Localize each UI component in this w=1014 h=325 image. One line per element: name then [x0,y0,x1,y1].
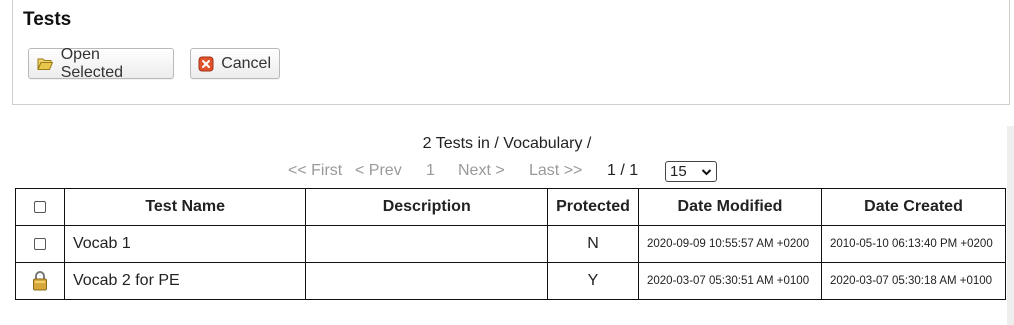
test-protected: Y [547,262,639,300]
open-selected-button[interactable]: Open Selected [28,45,174,81]
table-row[interactable]: Vocab 1 N 2020-09-09 10:55:57 AM +0200 2… [15,225,1007,263]
cancel-label: Cancel [221,54,271,72]
test-date-modified: 2020-09-09 10:55:57 AM +0200 [638,225,822,263]
chevron-down-icon [701,165,712,182]
cancel-icon [198,55,214,73]
pagination: << First < Prev 1 Next > Last >> 1 / 1 1… [0,161,1014,183]
test-date-modified: 2020-03-07 05:30:51 AM +0100 [638,262,822,300]
folder-icon [36,55,54,73]
select-all-checkbox-cell[interactable] [15,188,65,226]
cancel-button[interactable]: Cancel [190,48,280,79]
column-header-date-created[interactable]: Date Created [820,188,1007,226]
lock-icon [32,271,48,291]
table-row[interactable]: Vocab 2 for PE Y 2020-03-07 05:30:51 AM … [15,262,1007,300]
last-page-link[interactable]: Last >> [529,162,582,180]
next-page-link[interactable]: Next > [458,162,505,180]
column-header-date-modified[interactable]: Date Modified [638,188,822,226]
row-select-cell[interactable] [15,225,65,263]
panel-title: Tests [23,9,72,30]
tests-panel: Tests Open Selected Cancel [12,0,1010,105]
select-all-checkbox[interactable] [33,200,46,213]
test-protected: N [547,225,639,263]
column-header-description[interactable]: Description [305,188,549,226]
page-number[interactable]: 1 [426,162,435,180]
page-indicator: 1 / 1 [607,162,639,179]
tests-table: Test Name Description Protected Date Mod… [15,188,1007,300]
prev-page-link[interactable]: < Prev [355,162,402,180]
folder-summary: 2 Tests in / Vocabulary / [422,135,592,152]
per-page-value: 15 [670,163,687,180]
test-date-created: 2010-05-10 06:13:40 PM +0200 [820,225,1007,263]
test-date-created: 2020-03-07 05:30:18 AM +0100 [820,262,1007,300]
column-header-test-name[interactable]: Test Name [63,188,307,226]
column-header-protected[interactable]: Protected [547,188,639,226]
row-lock-cell [15,262,65,300]
table-header-row: Test Name Description Protected Date Mod… [15,188,1007,226]
first-page-link[interactable]: << First [288,162,342,180]
scrollbar[interactable] [1007,126,1014,325]
test-name[interactable]: Vocab 1 [63,225,307,263]
test-description [305,262,549,300]
row-checkbox[interactable] [33,237,46,250]
test-description [305,225,549,263]
test-name[interactable]: Vocab 2 for PE [63,262,307,300]
open-selected-label: Open Selected [60,45,123,81]
per-page-select[interactable]: 15 [665,161,717,182]
